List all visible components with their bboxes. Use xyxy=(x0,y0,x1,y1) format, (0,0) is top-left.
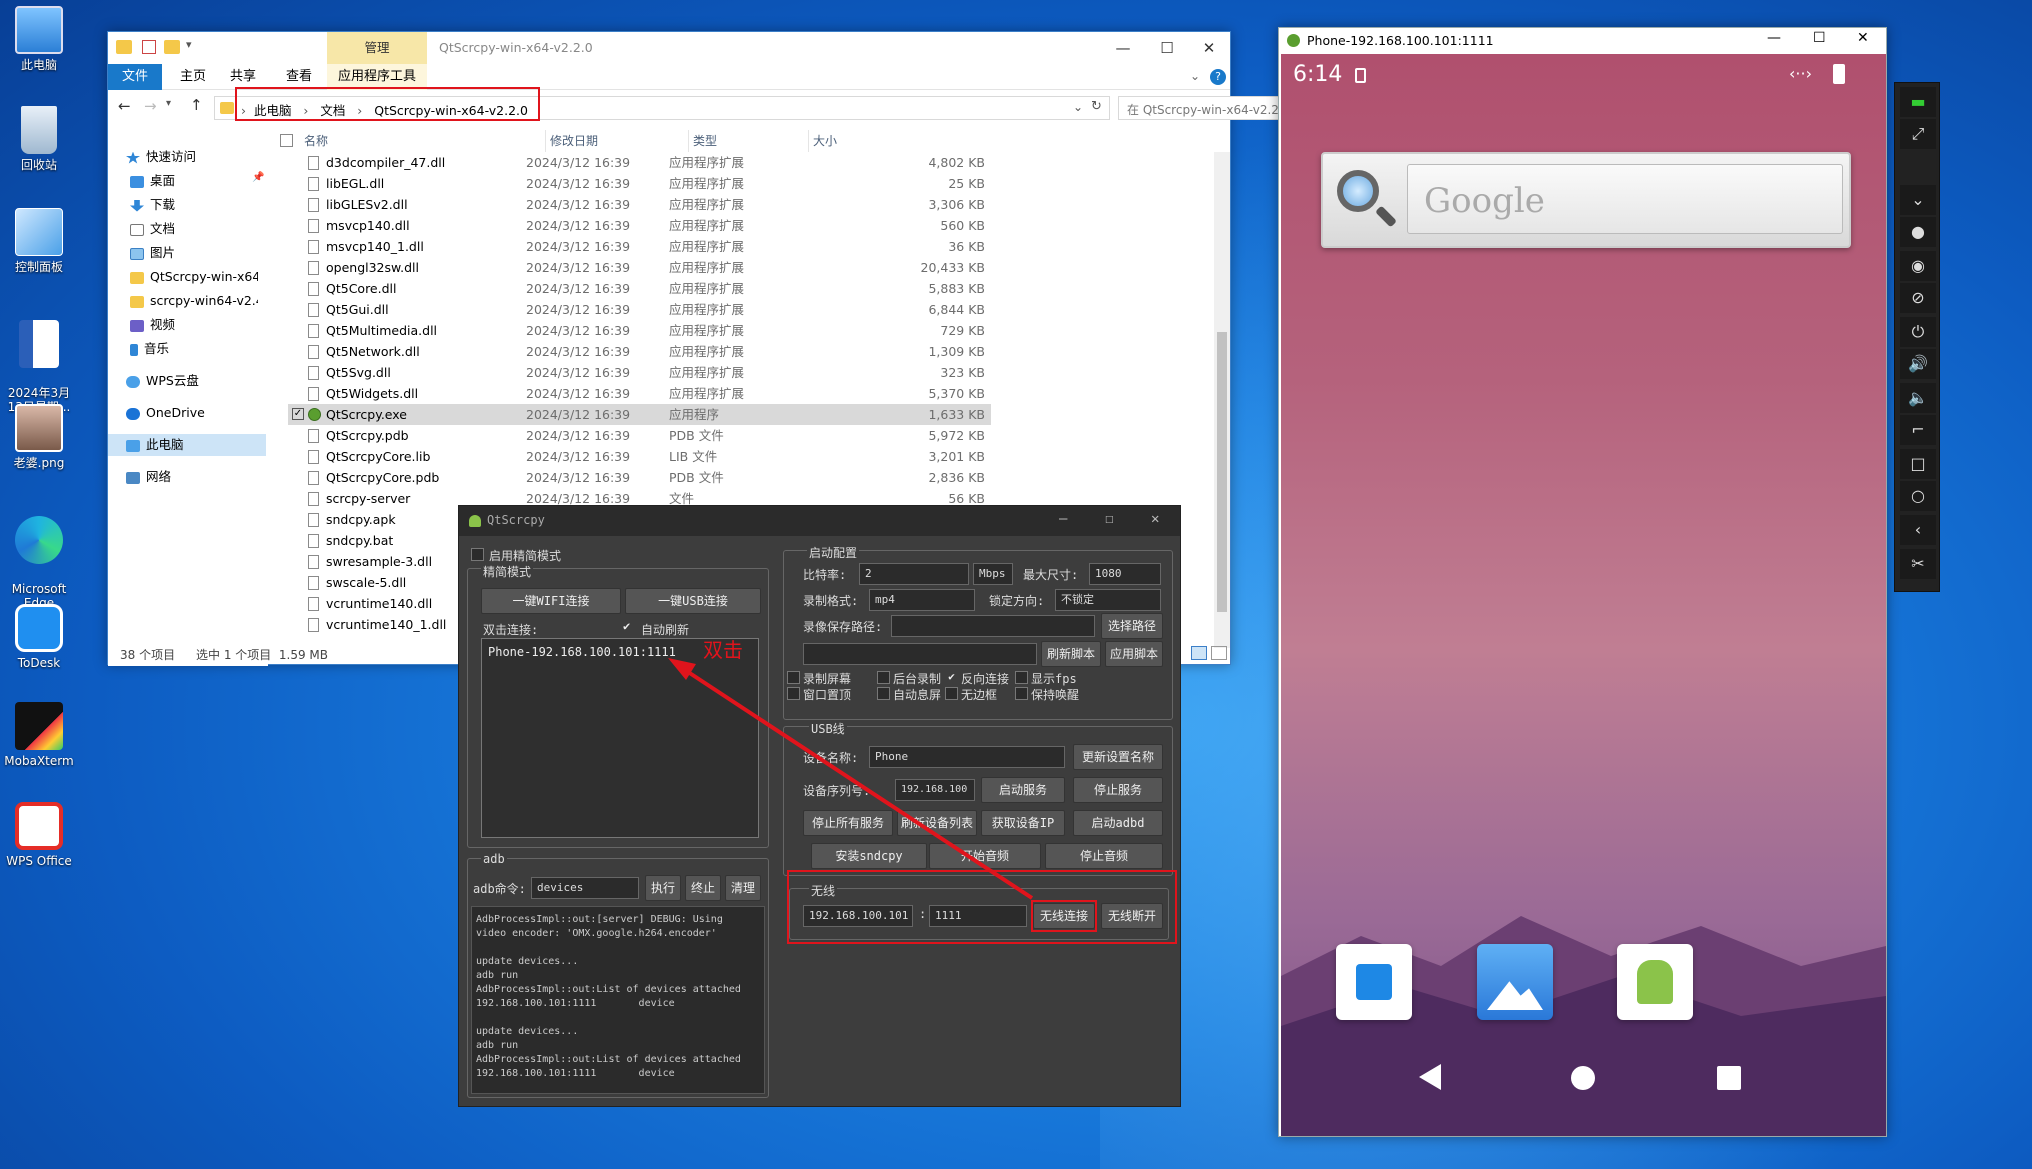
phone-window-title: Phone-192.168.100.101:1111 xyxy=(1307,33,1494,48)
status-time: 6:14 xyxy=(1293,62,1343,87)
eye-icon[interactable]: ◉ xyxy=(1900,251,1936,281)
google-logo: Google xyxy=(1424,181,1545,221)
phone-screen[interactable]: 6:14 ‹··› Google xyxy=(1281,54,1886,1136)
desktop: 此电脑 回收站 控制面板 2024年3月 13日星期... 老婆.png Mic… xyxy=(0,0,2032,1169)
data-transfer-icon: ‹··› xyxy=(1789,64,1812,83)
google-search-widget[interactable]: Google xyxy=(1321,152,1851,248)
search-handle xyxy=(1375,205,1397,228)
google-search-box[interactable]: Google xyxy=(1407,164,1843,234)
phone-titlebar[interactable]: Phone-192.168.100.101:1111 — ☐ ✕ xyxy=(1279,28,1886,54)
volume-up-icon[interactable]: 🔊 xyxy=(1900,349,1936,379)
contacts-app-icon[interactable] xyxy=(1336,944,1412,1020)
contacts-icon xyxy=(1356,964,1392,1000)
fullscreen-icon[interactable]: ⤢ xyxy=(1900,119,1936,149)
android-robot-icon xyxy=(1637,960,1673,1004)
back-icon[interactable]: ‹ xyxy=(1900,515,1936,545)
power-icon[interactable]: ⏻ xyxy=(1900,317,1936,347)
scrcpy-toolbar: ▬ ⤢ ⌄ ● ◉ ⊘ ⏻ 🔊 🔈 ⌐ □ ○ ‹ ✂ xyxy=(1894,82,1940,592)
minimize-button[interactable]: — xyxy=(1767,30,1781,46)
record-icon[interactable]: ● xyxy=(1900,217,1936,247)
sim-icon xyxy=(1355,68,1366,83)
maximize-button[interactable]: ☐ xyxy=(1813,30,1826,46)
recents-nav-icon[interactable] xyxy=(1717,1066,1741,1090)
android-icon xyxy=(1287,34,1300,47)
back-nav-icon[interactable] xyxy=(1419,1064,1441,1090)
search-icon xyxy=(1337,170,1379,212)
mountain-icon xyxy=(1487,981,1543,1010)
app-switch-icon[interactable]: □ xyxy=(1900,449,1936,479)
close-button[interactable]: ✕ xyxy=(1857,30,1869,46)
menu-icon[interactable]: ⌐ xyxy=(1900,415,1936,445)
android-app-icon[interactable] xyxy=(1617,944,1693,1020)
volume-down-icon[interactable]: 🔈 xyxy=(1900,383,1936,413)
home-icon[interactable]: ○ xyxy=(1900,481,1936,511)
phone-icon[interactable]: ▬ xyxy=(1900,87,1936,117)
collapse-icon[interactable]: ⌄ xyxy=(1900,185,1936,215)
phone-mirror-window: Phone-192.168.100.101:1111 — ☐ ✕ 6:14 ‹·… xyxy=(1278,27,1887,1137)
home-nav-icon[interactable] xyxy=(1571,1066,1595,1090)
battery-icon xyxy=(1833,64,1845,84)
screenshot-icon[interactable]: ✂ xyxy=(1900,549,1936,579)
gallery-app-icon[interactable] xyxy=(1477,944,1553,1020)
eye-off-icon[interactable]: ⊘ xyxy=(1900,283,1936,313)
